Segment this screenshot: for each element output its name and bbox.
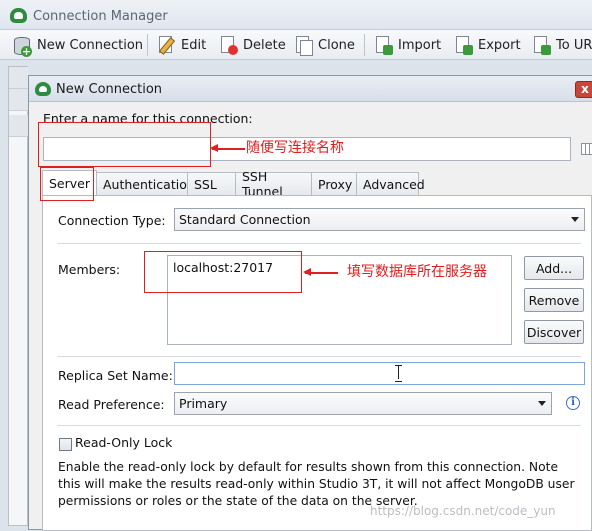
add-label: Add...	[535, 260, 573, 276]
read-only-label: Read-Only Lock	[75, 435, 173, 450]
dialog-title: New Connection	[56, 82, 163, 97]
tab-ssl[interactable]: SSL	[187, 172, 236, 195]
window-title: Connection Manager	[33, 9, 168, 24]
clone-label: Clone	[318, 37, 355, 53]
new-connection-button[interactable]: New Connection	[12, 34, 144, 57]
remove-label: Remove	[528, 292, 580, 308]
to-url-button[interactable]: To UR	[531, 34, 592, 56]
edit-button[interactable]: Edit	[156, 34, 206, 56]
delete-label: Delete	[243, 37, 286, 53]
delete-button[interactable]: Delete	[218, 34, 286, 56]
highlight-box	[144, 251, 302, 293]
edit-label: Edit	[181, 37, 207, 53]
tab-label: SSL	[194, 176, 217, 192]
export-button[interactable]: Export	[453, 34, 521, 56]
read-preference-label: Read Preference:	[58, 397, 165, 412]
dialog-titlebar: New Connection x	[29, 76, 592, 102]
import-label: Import	[398, 37, 442, 53]
toolbar: New Connection Edit Delete Clone Import …	[0, 30, 592, 60]
new-connection-dialog: New Connection x Enter a name for this c…	[28, 75, 592, 531]
read-preference-select[interactable]: Primary	[174, 392, 552, 415]
read-preference-value: Primary	[179, 396, 228, 411]
members-annotation: 填写数据库所在服务器	[347, 264, 487, 280]
to-url-icon	[531, 35, 551, 55]
toolbar-separator	[364, 34, 365, 56]
list-item[interactable]	[9, 67, 29, 89]
edit-icon	[156, 35, 176, 55]
highlight-box	[38, 122, 211, 167]
annotation-arrow	[210, 145, 245, 151]
chevron-down-icon	[538, 401, 546, 406]
close-icon[interactable]: x	[575, 81, 592, 98]
app-logo-icon	[10, 8, 27, 23]
discover-label: Discover	[526, 324, 582, 340]
add-member-button[interactable]: Add...	[524, 256, 584, 280]
table-icon[interactable]	[581, 143, 592, 155]
new-connection-icon	[12, 35, 32, 57]
replica-set-label: Replica Set Name:	[58, 368, 173, 383]
clone-button[interactable]: Clone	[293, 34, 355, 56]
info-icon[interactable]: i	[566, 396, 580, 410]
import-icon	[373, 35, 393, 55]
delete-icon	[218, 35, 238, 55]
list-item[interactable]	[9, 115, 29, 137]
read-only-description: Enable the read-only lock by default for…	[58, 460, 575, 508]
members-label: Members:	[58, 262, 121, 277]
window-titlebar: Connection Manager	[0, 0, 592, 30]
discover-button[interactable]: Discover	[524, 320, 584, 344]
connection-list[interactable]	[8, 66, 29, 526]
text-cursor-icon	[395, 365, 402, 382]
export-label: Export	[478, 37, 521, 53]
name-annotation: 随便写连接名称	[246, 140, 344, 156]
replica-set-input[interactable]	[174, 362, 585, 385]
chevron-down-icon	[571, 217, 579, 222]
import-button[interactable]: Import	[373, 34, 441, 56]
tab-label: Proxy	[318, 176, 353, 192]
tab-ssh-tunnel[interactable]: SSH Tunnel	[235, 169, 312, 199]
connection-type-value: Standard Connection	[179, 212, 311, 227]
tab-label: Advanced	[363, 176, 425, 192]
tab-bar: Server Authentication SSL SSH Tunnel Pro…	[42, 169, 425, 199]
annotation-arrow	[303, 269, 338, 275]
connection-type-select[interactable]: Standard Connection	[174, 208, 585, 231]
new-connection-label: New Connection	[37, 37, 144, 53]
to-url-label: To UR	[556, 37, 592, 53]
read-only-checkbox[interactable]	[59, 438, 72, 451]
remove-member-button[interactable]: Remove	[524, 288, 584, 312]
server-tab-panel: Connection Type: Standard Connection Mem…	[42, 195, 592, 531]
clone-icon	[293, 35, 313, 56]
tab-proxy[interactable]: Proxy	[311, 172, 357, 195]
dialog-logo-icon	[35, 82, 51, 96]
tab-advanced[interactable]: Advanced	[356, 172, 425, 195]
export-icon	[453, 35, 473, 55]
watermark: https://blog.csdn.net/code_yun	[370, 504, 556, 518]
highlight-box	[40, 167, 94, 201]
tab-label: Authentication	[103, 176, 195, 192]
divider	[57, 243, 581, 244]
divider	[57, 356, 581, 357]
connection-type-label: Connection Type:	[58, 213, 166, 228]
list-item[interactable]	[9, 89, 29, 111]
divider	[57, 425, 581, 426]
toolbar-separator	[147, 34, 148, 56]
tab-authentication[interactable]: Authentication	[96, 172, 195, 195]
